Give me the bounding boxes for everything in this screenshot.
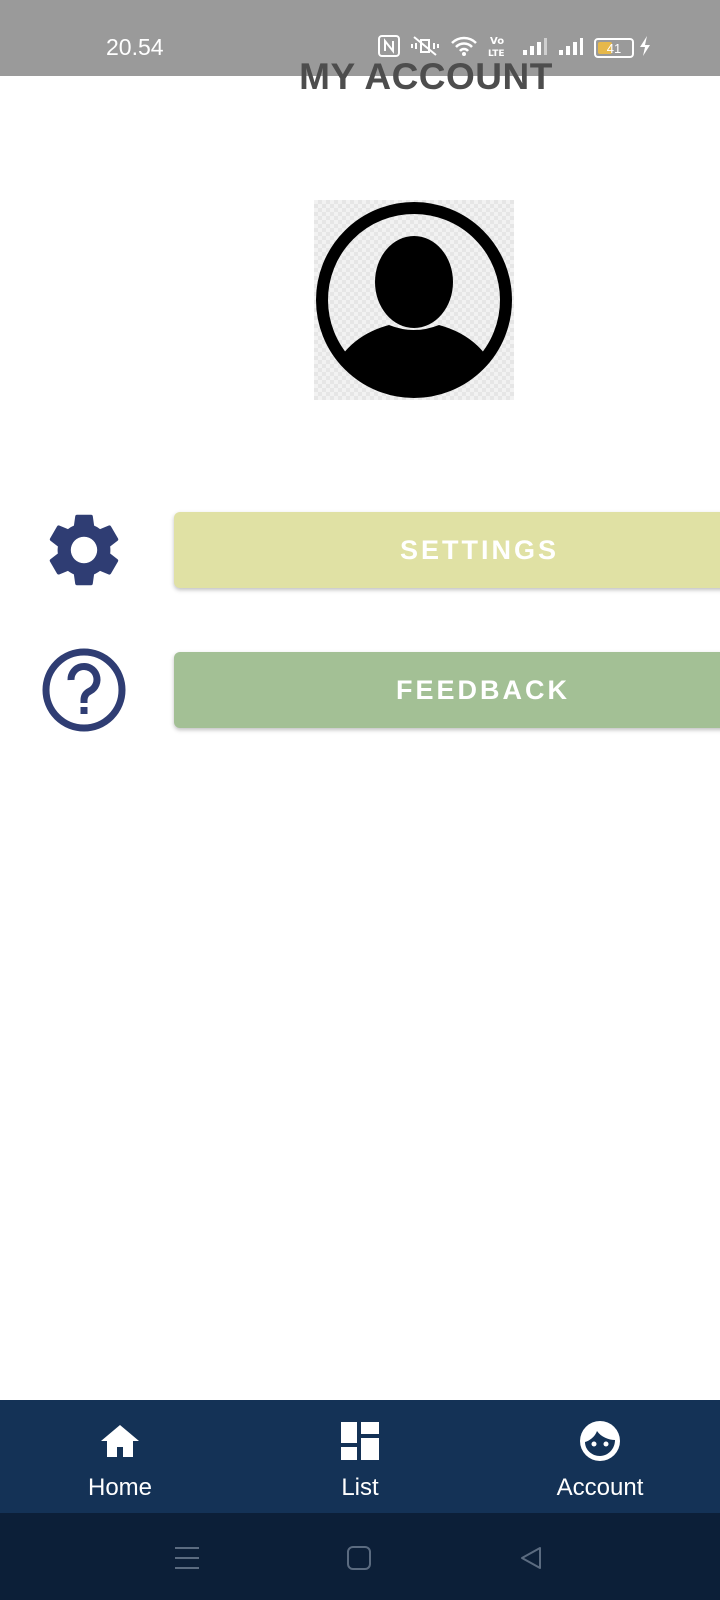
nav-item-account[interactable]: Account bbox=[480, 1400, 720, 1513]
nav-label-home: Home bbox=[87, 1474, 153, 1501]
page-title: MY ACCOUNT bbox=[299, 56, 553, 97]
home-icon bbox=[99, 1420, 141, 1462]
battery-icon: 41 bbox=[594, 38, 634, 58]
account-screen: 20.54 Vo LTE 41 MY ACCOUNT SETTINGS FEED… bbox=[0, 0, 720, 1600]
feedback-button[interactable]: FEEDBACK bbox=[174, 652, 720, 728]
nav-item-home[interactable]: Home bbox=[0, 1400, 240, 1513]
system-navigation-bar bbox=[0, 1513, 720, 1600]
face-icon bbox=[579, 1420, 621, 1462]
help-circle-icon bbox=[40, 646, 128, 734]
nav-label-list: List bbox=[341, 1474, 379, 1501]
home-square-icon[interactable] bbox=[344, 1543, 374, 1573]
dashboard-icon bbox=[339, 1420, 381, 1462]
settings-gear-icon bbox=[40, 506, 128, 594]
nav-label-account: Account bbox=[556, 1474, 644, 1501]
back-triangle-icon[interactable] bbox=[516, 1543, 546, 1573]
nav-item-list[interactable]: List bbox=[240, 1400, 480, 1513]
avatar bbox=[314, 200, 514, 400]
menu-icon[interactable] bbox=[172, 1543, 202, 1573]
bottom-navigation: Home List Account bbox=[0, 1400, 720, 1513]
battery-level: 41 bbox=[606, 40, 622, 56]
settings-button[interactable]: SETTINGS bbox=[174, 512, 720, 588]
user-avatar-icon bbox=[316, 202, 512, 398]
svg-text:Vo: Vo bbox=[490, 36, 504, 47]
